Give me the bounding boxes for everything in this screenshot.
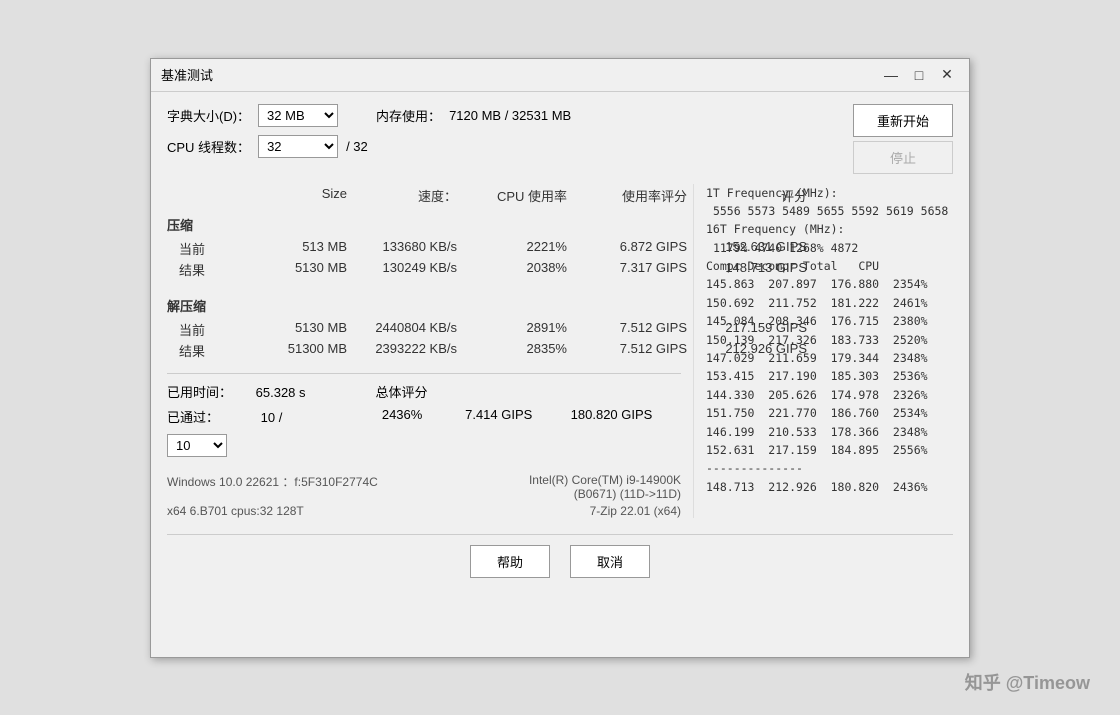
start-button[interactable]: 重新开始 <box>853 104 953 137</box>
compress-result-label: 结果 <box>167 260 247 279</box>
cpu-name: Intel(R) Core(TM) i9-14900K <box>529 473 681 487</box>
form-fields: 字典大小(D)： 32 MB 内存使用： 7120 MB / 32531 MB … <box>167 104 571 158</box>
cpu-threads-row: CPU 线程数： 32 / 32 <box>167 135 571 158</box>
decompress-current-cpu: 2891% <box>457 320 567 339</box>
title-bar: 基准测试 — □ ✕ <box>151 59 969 92</box>
cpu-threads-max: / 32 <box>346 139 368 154</box>
right-panel: 1T Frequency (MHz): 5556 5573 5489 5655 … <box>693 184 953 518</box>
decompress-current-r1: 7.512 GIPS <box>567 320 687 339</box>
watermark: 知乎 @Timeow <box>965 669 1090 695</box>
passed-label: 已通过： <box>167 410 219 425</box>
col-speed: 速度： <box>347 186 457 205</box>
arch-info: x64 6.B701 cpus:32 128T <box>167 504 304 518</box>
restore-button[interactable]: □ <box>907 65 931 85</box>
window-title: 基准测试 <box>161 65 213 84</box>
mem-value: 7120 MB / 32531 MB <box>449 108 571 123</box>
compress-current-size: 513 MB <box>247 239 347 258</box>
decompress-current-row: 当前 5130 MB 2440804 KB/s 2891% 7.512 GIPS… <box>167 319 681 340</box>
elapsed-value: 65.328 s <box>256 385 306 400</box>
dict-size-select[interactable]: 32 MB <box>258 104 338 127</box>
mem-label: 内存使用： <box>376 106 441 125</box>
compress-current-row: 当前 513 MB 133680 KB/s 2221% 6.872 GIPS 1… <box>167 238 681 259</box>
compress-result-speed: 130249 KB/s <box>347 260 457 279</box>
decompress-current-size: 5130 MB <box>247 320 347 339</box>
stop-button: 停止 <box>853 141 953 174</box>
passed-value: 10 / <box>261 410 283 425</box>
main-content: Size 速度： CPU 使用率 使用率评分 评分 压缩 当前 513 MB 1… <box>167 184 953 518</box>
zip-info: 7-Zip 22.01 (x64) <box>590 504 681 518</box>
decompress-result-row: 结果 51300 MB 2393222 KB/s 2835% 7.512 GIP… <box>167 340 681 361</box>
window-controls: — □ ✕ <box>879 65 959 85</box>
os-info: Windows 10.0 22621 ：f:5F310F2774C <box>167 473 378 501</box>
col-rating1: 使用率评分 <box>567 186 687 205</box>
passed-group: 已通过： 10 / <box>167 407 282 426</box>
table-header: Size 速度： CPU 使用率 使用率评分 评分 <box>167 184 681 207</box>
total-rating1: 7.414 GIPS <box>442 407 532 426</box>
right-panel-stats: 1T Frequency (MHz): 5556 5573 5489 5655 … <box>706 184 953 497</box>
col-cpu: CPU 使用率 <box>457 186 567 205</box>
decompress-result-speed: 2393222 KB/s <box>347 341 457 360</box>
left-panel: Size 速度： CPU 使用率 使用率评分 评分 压缩 当前 513 MB 1… <box>167 184 681 518</box>
cpu-detail: (B0671) (11D->11D) <box>574 487 681 501</box>
compress-current-cpu: 2221% <box>457 239 567 258</box>
compress-current-label: 当前 <box>167 239 247 258</box>
col-size: Size <box>247 186 347 205</box>
elapsed-group: 已用时间： 65.328 s <box>167 382 306 401</box>
compress-result-cpu: 2038% <box>457 260 567 279</box>
total-label: 总体评分 <box>376 382 428 401</box>
decompress-current-label: 当前 <box>167 320 247 339</box>
dict-size-label: 字典大小(D)： <box>167 106 250 125</box>
decompress-result-cpu: 2835% <box>457 341 567 360</box>
cpu-threads-select[interactable]: 32 <box>258 135 338 158</box>
total-cpu-rating: 2436% <box>352 407 422 426</box>
compress-result-r1: 7.317 GIPS <box>567 260 687 279</box>
compress-current-r1: 6.872 GIPS <box>567 239 687 258</box>
cancel-button[interactable]: 取消 <box>570 545 650 578</box>
close-button[interactable]: ✕ <box>935 65 959 85</box>
bottom-summary: 已用时间： 65.328 s 总体评分 已通过： 10 / 2436% 7.41… <box>167 373 681 457</box>
decompress-result-r1: 7.512 GIPS <box>567 341 687 360</box>
compress-result-size: 5130 MB <box>247 260 347 279</box>
total-rating2: 180.820 GIPS <box>552 407 652 426</box>
decompress-result-size: 51300 MB <box>247 341 347 360</box>
help-button[interactable]: 帮助 <box>470 545 550 578</box>
cpu-threads-label: CPU 线程数： <box>167 137 250 156</box>
footer-buttons: 帮助 取消 <box>167 534 953 578</box>
col-label <box>167 186 247 205</box>
compress-title: 压缩 <box>167 215 681 234</box>
compress-current-speed: 133680 KB/s <box>347 239 457 258</box>
decompress-current-speed: 2440804 KB/s <box>347 320 457 339</box>
decompress-title: 解压缩 <box>167 296 681 315</box>
passes-select[interactable]: 10 <box>167 434 227 457</box>
minimize-button[interactable]: — <box>879 65 903 85</box>
dict-size-row: 字典大小(D)： 32 MB 内存使用： 7120 MB / 32531 MB <box>167 104 571 127</box>
decompress-result-label: 结果 <box>167 341 247 360</box>
elapsed-label: 已用时间： <box>167 385 232 400</box>
compress-result-row: 结果 5130 MB 130249 KB/s 2038% 7.317 GIPS … <box>167 259 681 280</box>
action-buttons: 重新开始 停止 <box>853 104 953 174</box>
top-section: 字典大小(D)： 32 MB 内存使用： 7120 MB / 32531 MB … <box>167 104 953 174</box>
